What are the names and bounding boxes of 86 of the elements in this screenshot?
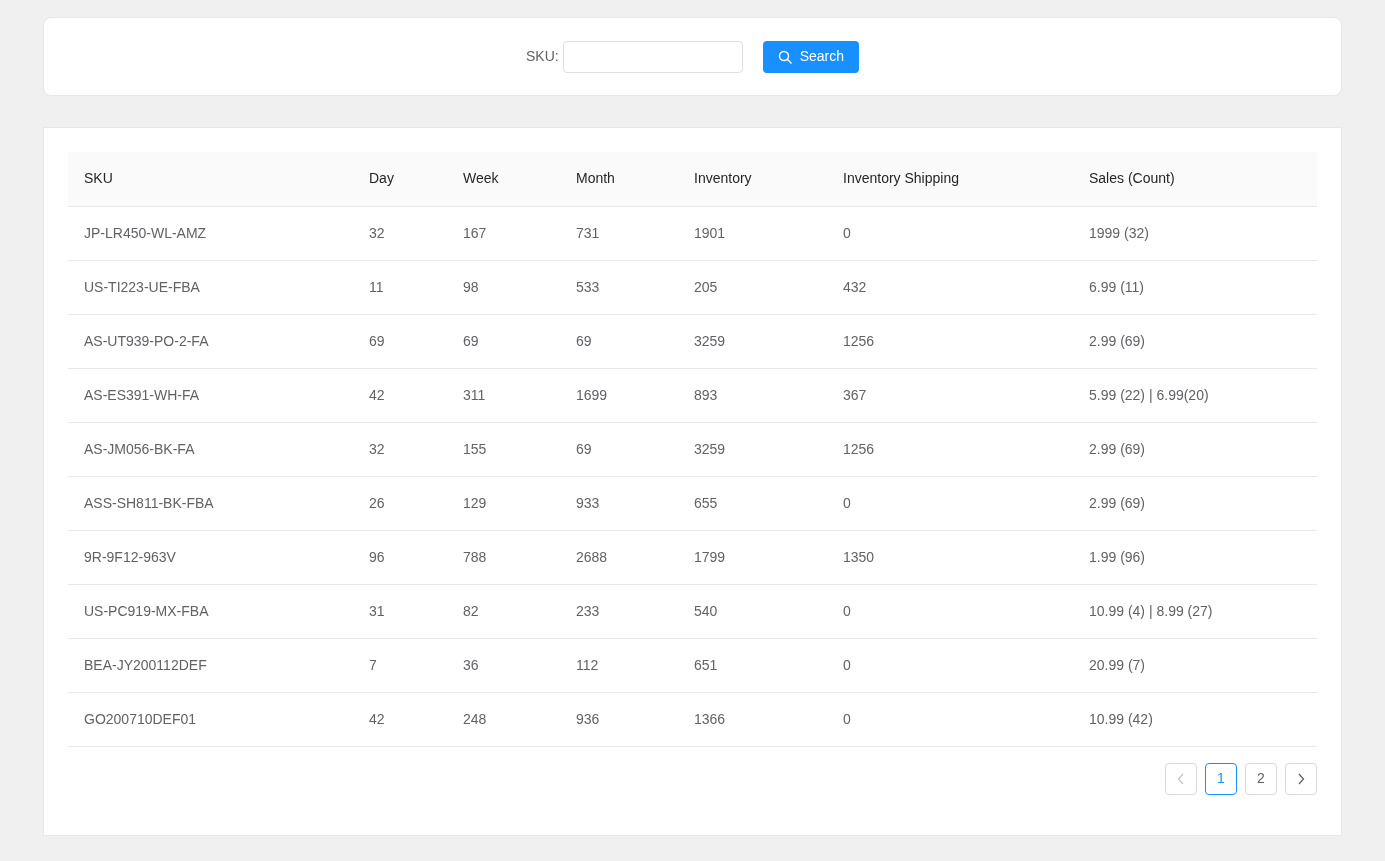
table-cell: 98	[447, 260, 560, 314]
table-cell: 936	[560, 692, 678, 746]
table-cell: 10.99 (4) | 8.99 (27)	[1073, 584, 1317, 638]
table-cell: GO200710DEF01	[68, 692, 353, 746]
table-cell: US-PC919-MX-FBA	[68, 584, 353, 638]
chevron-left-icon	[1177, 772, 1185, 785]
table-cell: US-TI223-UE-FBA	[68, 260, 353, 314]
sku-label: SKU:	[525, 47, 559, 66]
table-cell: 69	[447, 314, 560, 368]
column-header: SKU	[68, 152, 353, 206]
table-cell: 1999 (32)	[1073, 206, 1317, 260]
table-cell: 1350	[827, 530, 1073, 584]
table-cell: 2.99 (69)	[1073, 476, 1317, 530]
table-cell: 42	[353, 368, 447, 422]
table-cell: 0	[827, 206, 1073, 260]
table-cell: 1.99 (96)	[1073, 530, 1317, 584]
table-cell: 651	[678, 638, 827, 692]
table-cell: 69	[560, 314, 678, 368]
table-cell: 248	[447, 692, 560, 746]
table-cell: 9R-9F12-963V	[68, 530, 353, 584]
table-cell: 0	[827, 476, 1073, 530]
table-cell: 26	[353, 476, 447, 530]
table-cell: 32	[353, 422, 447, 476]
column-header: Day	[353, 152, 447, 206]
table-cell: 6.99 (11)	[1073, 260, 1317, 314]
table-cell: 42	[353, 692, 447, 746]
column-header: Sales (Count)	[1073, 152, 1317, 206]
table-cell: 1256	[827, 314, 1073, 368]
table-cell: JP-LR450-WL-AMZ	[68, 206, 353, 260]
table-cell: 540	[678, 584, 827, 638]
table-cell: 20.99 (7)	[1073, 638, 1317, 692]
table-cell: 2688	[560, 530, 678, 584]
table-cell: 0	[827, 584, 1073, 638]
table-cell: AS-ES391-WH-FA	[68, 368, 353, 422]
table-cell: 69	[353, 314, 447, 368]
table-cell: 233	[560, 584, 678, 638]
column-header: Month	[560, 152, 678, 206]
table-cell: 0	[827, 692, 1073, 746]
table-cell: 893	[678, 368, 827, 422]
table-cell: 32	[353, 206, 447, 260]
table-cell: 2.99 (69)	[1073, 314, 1317, 368]
table-cell: 167	[447, 206, 560, 260]
table-cell: 933	[560, 476, 678, 530]
table-cell: 533	[560, 260, 678, 314]
table-cell: 7	[353, 638, 447, 692]
table-cell: 112	[560, 638, 678, 692]
table-cell: 2.99 (69)	[1073, 422, 1317, 476]
table-cell: 1256	[827, 422, 1073, 476]
table-cell: 129	[447, 476, 560, 530]
table-cell: 1699	[560, 368, 678, 422]
table-cell: 0	[827, 638, 1073, 692]
column-header: Inventory	[678, 152, 827, 206]
table-cell: BEA-JY200112DEF	[68, 638, 353, 692]
page-button[interactable]: 1	[1205, 762, 1237, 795]
page-button[interactable]: 2	[1245, 762, 1277, 795]
table-cell: 3259	[678, 314, 827, 368]
table-cell: 731	[560, 206, 678, 260]
table-cell: 205	[678, 260, 827, 314]
table-cell: 5.99 (22) | 6.99(20)	[1073, 368, 1317, 422]
chevron-right-icon	[1297, 772, 1305, 785]
table-cell: 1901	[678, 206, 827, 260]
table-cell: AS-UT939-PO-2-FA	[68, 314, 353, 368]
table-cell: 1799	[678, 530, 827, 584]
table-cell: 432	[827, 260, 1073, 314]
search-button[interactable]: Search	[762, 40, 859, 73]
table-cell: 788	[447, 530, 560, 584]
column-header: Inventory Shipping	[827, 152, 1073, 206]
table-cell: 311	[447, 368, 560, 422]
next-page-button[interactable]	[1285, 762, 1317, 795]
table-cell: 1366	[678, 692, 827, 746]
table-cell: 155	[447, 422, 560, 476]
table-cell: 11	[353, 260, 447, 314]
table-cell: 10.99 (42)	[1073, 692, 1317, 746]
table-cell: 655	[678, 476, 827, 530]
table-cell: 31	[353, 584, 447, 638]
table-cell: AS-JM056-BK-FA	[68, 422, 353, 476]
table-cell: 69	[560, 422, 678, 476]
column-header: Week	[447, 152, 560, 206]
table-cell: 82	[447, 584, 560, 638]
table-cell: ASS-SH811-BK-FBA	[68, 476, 353, 530]
sku-input-field[interactable]	[562, 40, 743, 73]
table-cell: 36	[447, 638, 560, 692]
search-icon	[777, 49, 792, 64]
table-cell: 367	[827, 368, 1073, 422]
table-cell: 3259	[678, 422, 827, 476]
table-cell: 96	[353, 530, 447, 584]
